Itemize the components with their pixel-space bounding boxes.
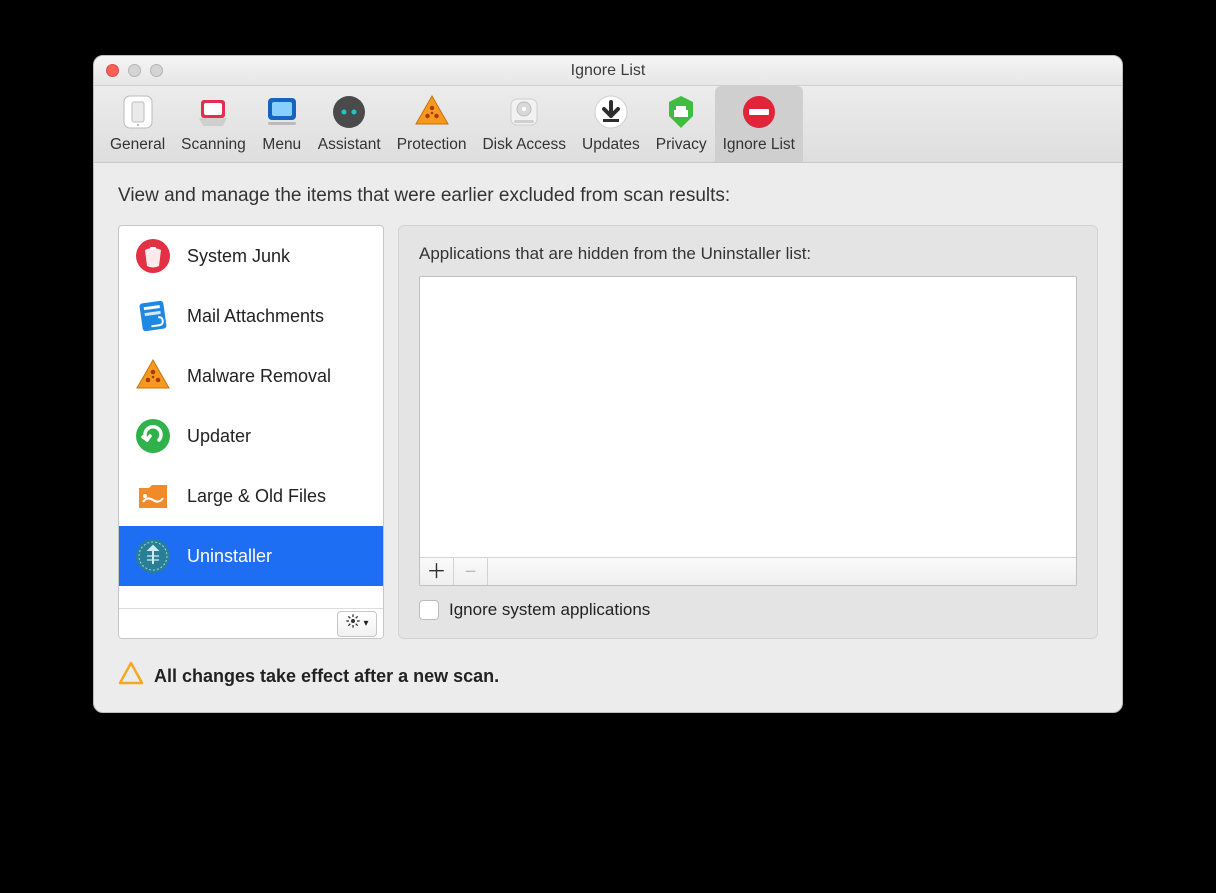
columns: System Junk Mail Attachments Malware Rem… [118,225,1098,639]
footer-note-text: All changes take effect after a new scan… [154,666,499,687]
tab-label: Assistant [318,136,381,154]
ignore-system-apps-row[interactable]: Ignore system applications [419,600,1077,620]
ignore-list-box: ＋ − [419,276,1077,586]
sidebar-item-label: Updater [187,426,251,447]
download-icon [591,92,631,132]
tab-general[interactable]: General [102,86,173,162]
ignore-list-content[interactable] [420,277,1076,557]
section-label: Applications that are hidden from the Un… [419,244,1077,264]
tab-label: General [110,136,165,154]
menu-icon [262,92,302,132]
scanner-icon [193,92,233,132]
minus-icon: − [465,562,477,582]
zoom-button[interactable] [150,64,163,77]
sidebar-item-label: Mail Attachments [187,306,324,327]
tab-menu[interactable]: Menu [254,86,310,162]
window-body: View and manage the items that were earl… [94,163,1122,712]
updater-icon [133,416,173,456]
sidebar-footer: ▾ [119,608,383,638]
malware-removal-icon [133,356,173,396]
sidebar-item-updater[interactable]: Updater [119,406,383,466]
tab-updates[interactable]: Updates [574,86,648,162]
close-button[interactable] [106,64,119,77]
titlebar: Ignore List [94,56,1122,86]
sidebar-item-label: Large & Old Files [187,486,326,507]
tab-privacy[interactable]: Privacy [648,86,715,162]
tab-label: Menu [262,136,301,154]
sidebar-item-mail-attachments[interactable]: Mail Attachments [119,286,383,346]
tab-label: Privacy [656,136,707,154]
instruction-text: View and manage the items that were earl… [118,185,1098,207]
sidebar-item-large-old-files[interactable]: Large & Old Files [119,466,383,526]
tab-protection[interactable]: Protection [389,86,475,162]
sidebar-item-label: Uninstaller [187,546,272,567]
large-old-files-icon [133,476,173,516]
remove-button[interactable]: − [454,558,488,585]
sidebar-item-uninstaller[interactable]: Uninstaller [119,526,383,586]
sidebar-item-system-junk[interactable]: System Junk [119,226,383,286]
tab-disk-access[interactable]: Disk Access [474,86,574,162]
system-junk-icon [133,236,173,276]
assistant-icon [329,92,369,132]
no-entry-icon [739,92,779,132]
sidebar-gear-menu[interactable]: ▾ [337,611,377,637]
tab-label: Scanning [181,136,246,154]
window-title: Ignore List [94,62,1122,80]
hand-icon [661,92,701,132]
traffic-lights [94,64,163,77]
checkbox-label: Ignore system applications [449,600,650,620]
tab-label: Ignore List [723,136,795,154]
warning-icon [118,661,144,692]
tab-ignore-list[interactable]: Ignore List [715,86,803,162]
details-pane: Applications that are hidden from the Un… [398,225,1098,639]
biohazard-icon [412,92,452,132]
sidebar-item-label: System Junk [187,246,290,267]
preferences-toolbar: General Scanning Menu Assistant Protecti [94,86,1122,163]
footer-note: All changes take effect after a new scan… [118,661,1098,692]
plus-icon: ＋ [427,562,447,582]
sidebar-item-label: Malware Removal [187,366,331,387]
tab-assistant[interactable]: Assistant [310,86,389,162]
ignore-system-apps-checkbox[interactable] [419,600,439,620]
minimize-button[interactable] [128,64,141,77]
uninstaller-icon [133,536,173,576]
tab-scanning[interactable]: Scanning [173,86,254,162]
gear-icon [345,613,361,634]
category-sidebar: System Junk Mail Attachments Malware Rem… [118,225,384,639]
tab-label: Protection [397,136,467,154]
category-list: System Junk Mail Attachments Malware Rem… [119,226,383,608]
phone-icon [118,92,158,132]
ignore-list-footer: ＋ − [420,557,1076,585]
tab-label: Updates [582,136,640,154]
disk-icon [504,92,544,132]
chevron-down-icon: ▾ [363,618,368,629]
mail-attachments-icon [133,296,173,336]
add-button[interactable]: ＋ [420,558,454,585]
sidebar-item-malware-removal[interactable]: Malware Removal [119,346,383,406]
preferences-window: Ignore List General Scanning Menu A [93,55,1123,713]
tab-label: Disk Access [482,136,566,154]
